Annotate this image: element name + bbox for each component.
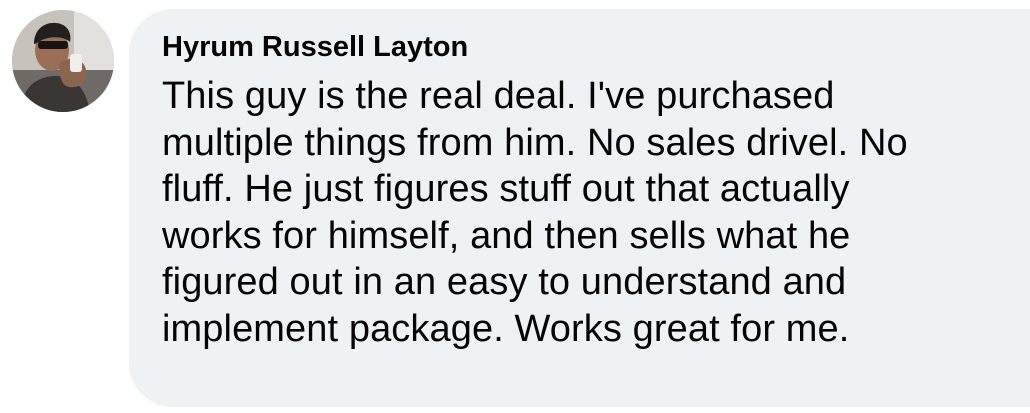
comment-text-line: multiple things from him. No sales drive… [162,121,908,164]
comment: Hyrum Russell Layton This guy is the rea… [0,0,1030,413]
author-name[interactable]: Hyrum Russell Layton [162,29,1030,65]
avatar[interactable] [12,10,114,112]
user-avatar-photo-icon [12,10,114,112]
comment-text-line: figured out in an easy to understand and [162,261,847,303]
comment-text-line: implement package. Works great for me. [162,307,850,350]
comment-text: This guy is the real deal. I've purchase… [162,73,1012,352]
comment-text-line: This guy is the real deal. I've purchase… [162,75,835,117]
comment-text-line: fluff. He just figures stuff out that ac… [162,168,850,210]
comment-bubble: Hyrum Russell Layton This guy is the rea… [129,9,1030,407]
comment-text-line: works for himself, and then sells what h… [162,214,851,257]
